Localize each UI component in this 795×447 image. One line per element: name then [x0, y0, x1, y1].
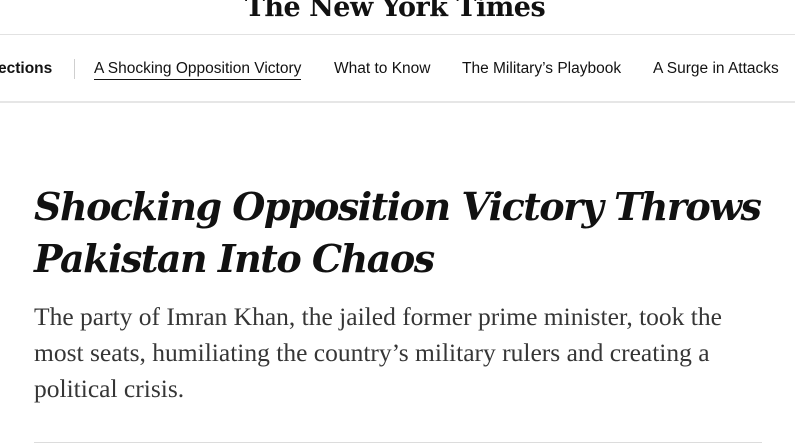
nav-item-opposition-victory[interactable]: A Shocking Opposition Victory: [94, 60, 302, 80]
masthead: The New York Times: [0, 0, 795, 34]
article-headline: Shocking Opposition Victory Throws Pakis…: [34, 184, 762, 281]
nav-divider: [74, 59, 75, 79]
nyt-logo[interactable]: The New York Times: [245, 0, 546, 21]
article-summary: The party of Imran Khan, the jailed form…: [34, 302, 722, 403]
nav-item-what-to-know[interactable]: What to Know: [334, 60, 431, 78]
nav-item-surge-in-attacks[interactable]: A Surge in Attacks: [653, 60, 779, 78]
story-nav: ections A Shocking Opposition Victory Wh…: [0, 35, 795, 101]
nav-bottom-divider: [0, 101, 795, 103]
nav-section-label[interactable]: ections: [0, 60, 52, 78]
summary-divider: [34, 442, 762, 443]
nav-item-military-playbook[interactable]: The Military’s Playbook: [462, 60, 621, 78]
